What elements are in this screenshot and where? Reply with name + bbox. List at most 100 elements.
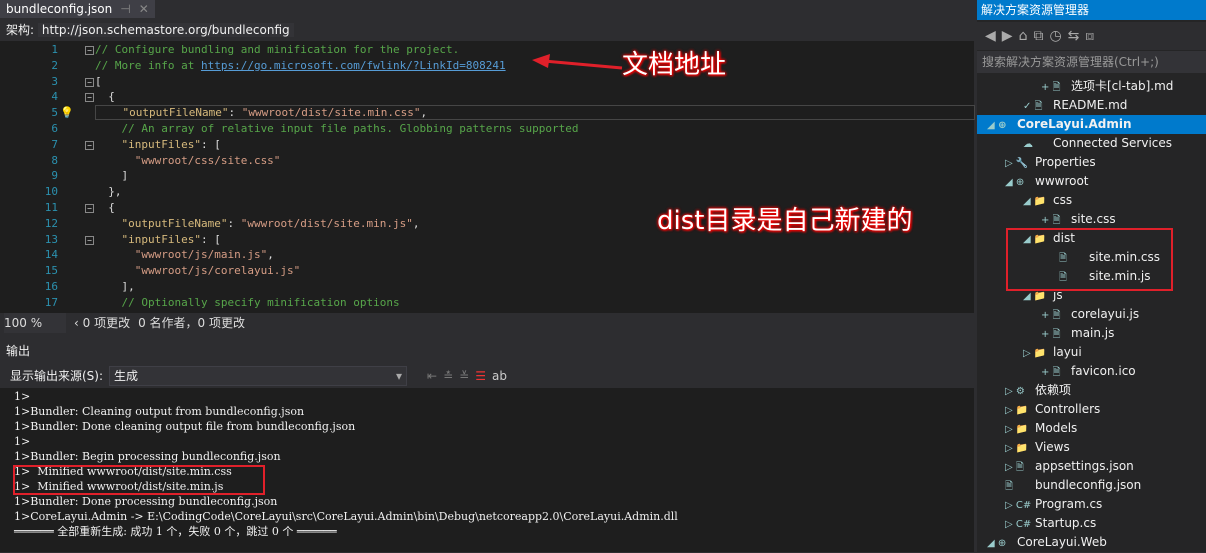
line-number: 14 (44, 248, 58, 262)
tree-item[interactable]: ▷ ⚙ 依赖项 (977, 381, 1206, 400)
fold-toggle-icon[interactable]: − (85, 77, 94, 87)
code-token: , (420, 106, 428, 120)
annotation-arrow (532, 54, 623, 70)
tree-item[interactable]: ▷ 🔧 Properties (977, 153, 1206, 172)
close-icon[interactable]: ✕ (139, 0, 149, 18)
tree-item[interactable]: ▷ 📁 Models (977, 419, 1206, 438)
fold-toggle-icon[interactable]: − (85, 46, 94, 55)
tree-item-icon: ▷ ⚙ (1005, 386, 1025, 397)
fold-toggle-icon[interactable]: − (85, 235, 94, 245)
pin-icon[interactable]: ⊣ (120, 0, 130, 18)
fold-toggle-icon[interactable]: − (85, 204, 94, 213)
tree-item[interactable]: + 🗎 main.js (977, 324, 1206, 343)
code-token: : [ (200, 137, 221, 151)
code-line: // Configure bundling and minification f… (95, 43, 459, 56)
output-toolbar: 显示输出来源(S): 生成 ▾ ⇤ ≛ ≚ ☰ ab (0, 364, 974, 388)
tree-item[interactable]: ☁ Connected Services (977, 134, 1206, 153)
pending-changes-icon[interactable]: ◷ (1049, 28, 1067, 44)
code-line: // An array of relative input file paths… (95, 122, 578, 135)
forward-icon[interactable]: ▶ (1002, 28, 1019, 44)
code-token: , (267, 248, 274, 262)
line-number: 5 (51, 106, 58, 120)
solution-toolbar: ◀▶⌂⧉◷⇆⧈ (977, 22, 1206, 50)
switch-views-icon[interactable]: ⧉ (1033, 28, 1049, 44)
output-line: 1>Bundler: Done processing bundleconfig.… (14, 495, 278, 508)
tree-item[interactable]: + 🗎 site.css (977, 210, 1206, 229)
tree-item[interactable]: + 🗎 选项卡[cl-tab].md (977, 77, 1206, 96)
code-line: ], (95, 280, 134, 293)
fold-toggle-icon[interactable]: − (85, 140, 94, 150)
goto-error-icon[interactable]: ⇤ (427, 364, 437, 388)
tree-item[interactable]: ✓ 🗎 README.md (977, 96, 1206, 115)
tree-item-icon: ◢ ⊕ (987, 120, 1007, 131)
tree-item[interactable]: ▷ 📁 Views (977, 438, 1206, 457)
tree-item-icon: ◢ ⊕ (987, 538, 1007, 549)
tree-item[interactable]: ◢ ⊕ CoreLayui.Admin (977, 115, 1206, 134)
prev-message-icon[interactable]: ≛ (443, 364, 453, 388)
tree-item[interactable]: + 🗎 favicon.ico (977, 362, 1206, 381)
tree-item-label: corelayui.js (1071, 307, 1140, 321)
code-token: { (95, 201, 115, 214)
tree-item-icon: ▷ 📁 (1005, 405, 1029, 416)
changes-indicator[interactable]: ‹ 0 项更改 (74, 313, 130, 333)
code-token: : (227, 216, 241, 230)
tree-item-icon: ▷ 🗎 (1005, 462, 1024, 473)
line-number: 4 (51, 90, 58, 104)
sync-icon[interactable]: ⇆ (1068, 28, 1086, 44)
docs-link[interactable]: https://go.microsoft.com/fwlink/?LinkId=… (201, 59, 506, 72)
tree-item[interactable]: ▷ 🗎 appsettings.json (977, 457, 1206, 476)
tree-item-icon: + 🗎 (1041, 329, 1061, 340)
tab-bundleconfig[interactable]: bundleconfig.json ⊣ ✕ (0, 0, 155, 18)
tree-item-label: Startup.cs (1035, 516, 1097, 530)
tree-item[interactable]: + 🗎 corelayui.js (977, 305, 1206, 324)
code-line: "inputFiles": [ (95, 232, 221, 246)
output-line: 1> (14, 435, 31, 448)
output-line: 1>Bundler: Begin processing bundleconfig… (14, 450, 281, 463)
output-source-select[interactable]: 生成 ▾ (109, 366, 408, 386)
tree-item[interactable]: ▷ 📁 Controllers (977, 400, 1206, 419)
code-editor[interactable]: 1−// Configure bundling and minification… (0, 41, 975, 313)
solution-search-input[interactable]: 搜索解决方案资源管理器(Ctrl+;) (977, 51, 1206, 73)
code-line: }, (95, 185, 121, 198)
home-icon[interactable]: ⌂ (1019, 28, 1034, 44)
tree-item[interactable]: ◢ 📁 css (977, 191, 1206, 210)
code-token: [ (95, 74, 102, 88)
tree-item[interactable]: ◢ ⊕ CoreLayui.Web (977, 533, 1206, 552)
output-line: 1>Bundler: Cleaning output from bundleco… (14, 405, 305, 418)
line-number: 6 (51, 122, 58, 135)
lightbulb-icon[interactable]: 💡 (60, 106, 74, 119)
code-token: : [ (200, 232, 221, 246)
collapse-all-icon[interactable]: ⧈ (1085, 28, 1100, 44)
code-line: "wwwroot/js/main.js", (95, 248, 274, 261)
tree-item[interactable]: ▷ C# Startup.cs (977, 514, 1206, 533)
schema-input[interactable]: http://json.schemastore.org/bundleconfig (37, 23, 294, 37)
fold-toggle-icon[interactable]: − (85, 93, 94, 103)
clear-all-icon[interactable]: ☰ (475, 364, 486, 388)
line-number: 10 (44, 185, 58, 199)
word-wrap-icon[interactable]: ab (492, 364, 507, 388)
tree-item[interactable]: ▷ C# Program.cs (977, 495, 1206, 514)
tree-item-icon: ◢ ⊕ (1005, 177, 1025, 188)
authors-indicator[interactable]: 0 名作者，0 项更改 (138, 313, 245, 333)
tree-item[interactable]: ▷ 📁 layui (977, 343, 1206, 362)
zoom-select[interactable]: 100 % (4, 313, 66, 333)
tree-item-label: 依赖项 (1035, 383, 1072, 397)
tree-item-icon: 🗎 (1005, 481, 1014, 492)
code-line: ] (95, 169, 128, 182)
tree-item-label: Connected Services (1053, 136, 1173, 150)
code-token: // Configure bundling and minification f… (95, 43, 460, 56)
line-number: 2 (51, 58, 58, 72)
back-icon[interactable]: ◀ (985, 28, 1002, 44)
next-message-icon[interactable]: ≚ (459, 364, 469, 388)
tree-item[interactable]: ◢ ⊕ wwwroot (977, 172, 1206, 191)
code-line: // More info at https://go.microsoft.com… (95, 59, 506, 72)
code-token: "outputFileName" (96, 106, 229, 120)
tree-item-icon: + 🗎 (1041, 367, 1061, 378)
line-number: 7 (51, 137, 58, 151)
tree-item-icon: ▷ C# (1005, 519, 1032, 530)
code-line: "outputFileName": "wwwroot/dist/site.min… (95, 216, 419, 230)
code-token: { (95, 90, 115, 104)
tree-item-label: appsettings.json (1035, 459, 1134, 473)
code-token: "inputFiles" (95, 232, 201, 246)
tree-item[interactable]: 🗎 bundleconfig.json (977, 476, 1206, 495)
